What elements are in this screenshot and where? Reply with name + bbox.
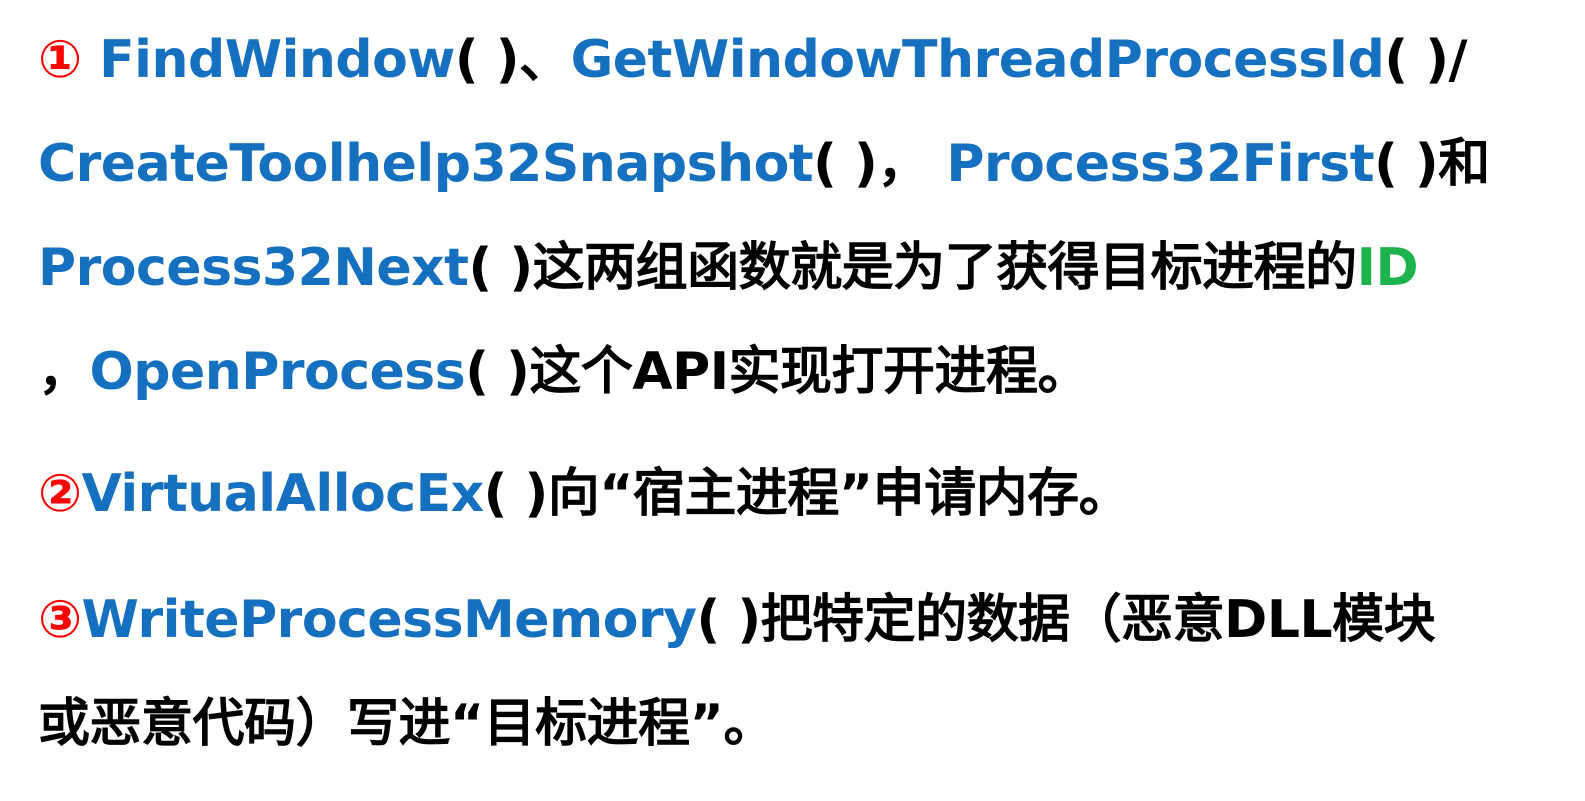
item-3-line-1: ③WriteProcessMemory( )把特定的数据（恶意DLL模块 — [38, 588, 1548, 652]
text-segment: ( )向“宿主进程”申请内存。 — [483, 464, 1131, 524]
api-virtualallocex: VirtualAllocEx — [81, 464, 485, 524]
item-3-line-2: 或恶意代码）写进“目标进程”。 — [38, 692, 1548, 756]
item-1-marker: ① — [38, 30, 82, 90]
api-findwindow: FindWindow — [81, 30, 455, 90]
text-segment: ， — [38, 342, 90, 402]
text-segment: ( )、 — [454, 30, 571, 90]
text-segment: ( )这个API实现打开进程。 — [465, 342, 1090, 402]
item-2-line-1: ②VirtualAllocEx( )向“宿主进程”申请内存。 — [38, 462, 1548, 526]
api-process32first: Process32First — [946, 134, 1375, 194]
text-segment: ( )， — [813, 134, 947, 194]
item-3-marker: ③ — [38, 590, 82, 650]
api-openprocess: OpenProcess — [89, 342, 466, 402]
api-process32next: Process32Next — [38, 238, 469, 298]
text-segment: ( )这两组函数就是为了获得目标进程的 — [468, 238, 1358, 298]
text-segment: ( )/ — [1384, 30, 1467, 90]
api-writeprocessmemory: WriteProcessMemory — [81, 590, 697, 650]
highlight-id: ID — [1356, 238, 1419, 298]
item-1-line-3: Process32Next( )这两组函数就是为了获得目标进程的ID — [38, 236, 1548, 300]
item-1-line-2: CreateToolhelp32Snapshot( )， Process32Fi… — [38, 132, 1548, 196]
item-1-line-4: ，OpenProcess( )这个API实现打开进程。 — [38, 340, 1548, 404]
text-segment: ( )把特定的数据（恶意DLL模块 — [696, 590, 1436, 650]
slide: ① FindWindow( )、GetWindowThreadProcessId… — [0, 0, 1585, 801]
api-createtoolhelp32snapshot: CreateToolhelp32Snapshot — [38, 134, 814, 194]
api-getwindowthreadprocessid: GetWindowThreadProcessId — [570, 30, 1385, 90]
item-2-marker: ② — [38, 464, 82, 524]
item-1-line-1: ① FindWindow( )、GetWindowThreadProcessId… — [38, 28, 1548, 92]
text-segment: ( )和 — [1374, 134, 1490, 194]
text-segment: 或恶意代码）写进“目标进程”。 — [38, 694, 775, 754]
